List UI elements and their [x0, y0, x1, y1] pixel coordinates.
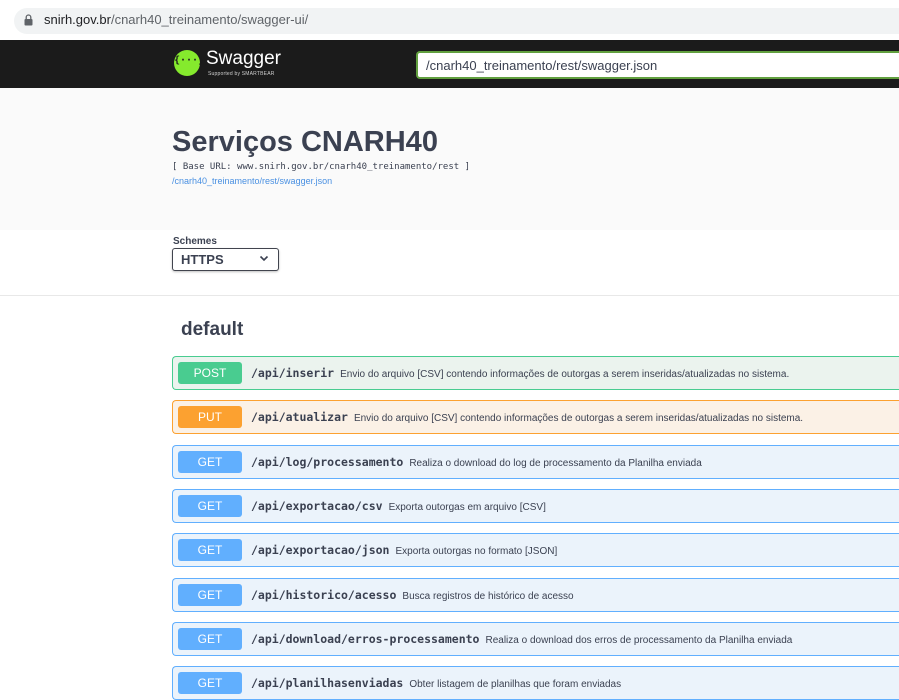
swagger-braces-icon[interactable]: {···}: [174, 50, 204, 76]
method-badge: GET: [178, 628, 242, 650]
method-badge: GET: [178, 539, 242, 561]
operation-path: /api/exportacao/csv Exporta outorgas em a…: [251, 499, 546, 513]
operation-summary: Obter listagem de planilhas que foram en…: [409, 679, 622, 690]
lock-icon[interactable]: [24, 14, 33, 26]
info-section: [0, 88, 899, 230]
operation-get-exportacao-csv[interactable]: GET /api/exportacao/csv Exporta outorgas …: [172, 489, 899, 523]
operation-path: /api/download/erros-processamento Realiza…: [251, 632, 793, 646]
browser-address-bar: snirh.gov.br/cnarh40_treinamento/swagger…: [0, 0, 899, 40]
operation-summary: Exporta outorgas em arquivo [CSV]: [388, 502, 546, 513]
method-badge: POST: [178, 362, 242, 384]
url-host: snirh.gov.br: [44, 12, 111, 27]
schemes-select[interactable]: HTTPS: [172, 248, 279, 271]
schemes-selected-value: HTTPS: [181, 252, 224, 267]
method-badge: GET: [178, 672, 242, 694]
operation-get-historico-acesso[interactable]: GET /api/historico/acesso Busca registros…: [172, 578, 899, 612]
operation-path: /api/exportacao/json Exporta outorgas no …: [251, 543, 558, 557]
method-badge: GET: [178, 584, 242, 606]
page-title: Serviços CNARH40: [172, 126, 438, 158]
operation-summary: Exporta outorgas no formato [JSON]: [395, 546, 558, 557]
operation-get-log-processamento[interactable]: GET /api/log/processamento Realiza o down…: [172, 445, 899, 479]
operation-put-atualizar[interactable]: PUT /api/atualizar Envio do arquivo [CSV]…: [172, 400, 899, 434]
operation-path: /api/log/processamento Realiza o download…: [251, 455, 702, 469]
method-badge: GET: [178, 451, 242, 473]
operation-get-download-erros-processamento[interactable]: GET /api/download/erros-processamento Rea…: [172, 622, 899, 656]
divider: [0, 295, 899, 296]
operation-summary: Busca registros de histórico de acesso: [402, 591, 574, 602]
schemes-label: Schemes: [173, 236, 217, 247]
spec-json-link[interactable]: /cnarh40_treinamento/rest/swagger.json: [172, 176, 332, 186]
operation-get-planilhasenviadas[interactable]: GET /api/planilhasenviadas Obter listagem…: [172, 666, 899, 700]
swagger-logo-subtext: Supported by SMARTBEAR: [208, 71, 275, 77]
method-badge: PUT: [178, 406, 242, 428]
operation-summary: Realiza o download dos erros de processa…: [485, 635, 793, 646]
tag-default-title[interactable]: default: [181, 319, 243, 341]
swagger-logo-text[interactable]: Swagger: [206, 48, 281, 70]
method-badge: GET: [178, 495, 242, 517]
url-text[interactable]: snirh.gov.br/cnarh40_treinamento/swagger…: [44, 12, 308, 27]
operation-path: /api/planilhasenviadas Obter listagem de …: [251, 676, 622, 690]
operation-path: /api/historico/acesso Busca registros de …: [251, 588, 574, 602]
operation-post-inserir[interactable]: POST /api/inserir Envio do arquivo [CSV] …: [172, 356, 899, 390]
operation-summary: Envio do arquivo [CSV] contendo informaç…: [340, 369, 790, 380]
operation-get-exportacao-json[interactable]: GET /api/exportacao/json Exporta outorgas…: [172, 533, 899, 567]
operation-path: /api/inserir Envio do arquivo [CSV] conte…: [251, 366, 790, 380]
url-path: /cnarh40_treinamento/swagger-ui/: [110, 12, 309, 27]
base-url: [ Base URL: www.snirh.gov.br/cnarh40_tre…: [172, 162, 471, 172]
spec-url-input[interactable]: [416, 51, 899, 79]
operation-path: /api/atualizar Envio do arquivo [CSV] con…: [251, 410, 804, 424]
operation-summary: Realiza o download do log de processamen…: [409, 458, 702, 469]
chevron-down-icon: [259, 255, 269, 262]
operation-summary: Envio do arquivo [CSV] contendo informaç…: [353, 413, 804, 424]
